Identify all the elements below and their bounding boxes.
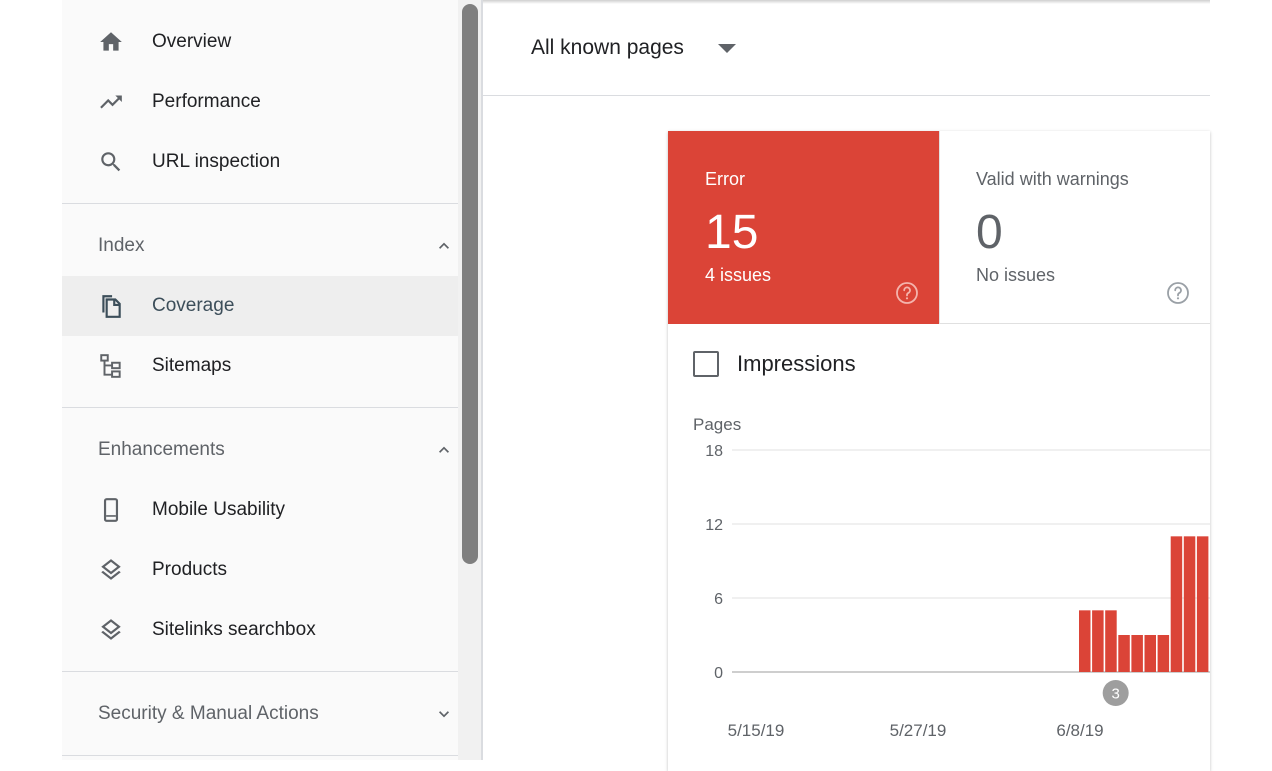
layers-icon bbox=[98, 617, 124, 643]
filter-divider bbox=[483, 95, 1210, 96]
coverage-icon bbox=[98, 293, 124, 319]
annotation-label: 3 bbox=[1112, 686, 1120, 703]
header-shadow bbox=[483, 0, 1210, 4]
section-header-security[interactable]: Security & Manual Actions bbox=[62, 684, 458, 744]
bar bbox=[1079, 610, 1091, 672]
sidebar-item-coverage[interactable]: Coverage bbox=[62, 276, 458, 336]
divider bbox=[62, 671, 458, 672]
error-tile-title: Error bbox=[705, 169, 745, 189]
warnings-issues: No issues bbox=[976, 265, 1056, 285]
impressions-toggle[interactable]: Impressions bbox=[693, 348, 856, 380]
bar bbox=[1183, 536, 1196, 672]
y-tick-label: 18 bbox=[705, 443, 723, 460]
y-axis-label: Pages bbox=[693, 415, 741, 434]
divider bbox=[62, 755, 458, 756]
warnings-tile[interactable]: Valid with warnings 0 No issues bbox=[939, 131, 1210, 324]
bar bbox=[1157, 635, 1170, 672]
error-tile[interactable]: Error 15 4 issues bbox=[668, 131, 939, 324]
trending-up-icon bbox=[98, 89, 124, 115]
pages-filter-label: All known pages bbox=[531, 36, 684, 59]
sidebar-item-label: Mobile Usability bbox=[152, 499, 286, 520]
x-tick-label: 5/15/19 bbox=[728, 721, 785, 740]
sidebar-item-label: Products bbox=[152, 559, 227, 580]
sidebar-item-label: Performance bbox=[152, 91, 261, 112]
bar bbox=[1105, 610, 1117, 672]
impressions-checkbox[interactable] bbox=[693, 351, 719, 377]
bar bbox=[1170, 536, 1183, 672]
sidebar-item-label: Sitelinks searchbox bbox=[152, 619, 316, 640]
help-icon[interactable] bbox=[895, 281, 919, 305]
section-label: Security & Manual Actions bbox=[98, 703, 319, 724]
sidebar-item-label: URL inspection bbox=[152, 151, 281, 172]
sidebar-item-mobile-usability[interactable]: Mobile Usability bbox=[62, 480, 458, 540]
y-tick-label: 12 bbox=[705, 517, 723, 534]
home-icon bbox=[98, 29, 124, 55]
pages-filter-dropdown[interactable]: All known pages bbox=[531, 28, 736, 68]
y-tick-label: 0 bbox=[714, 665, 723, 682]
y-tick-label: 6 bbox=[714, 591, 723, 608]
sidebar-item-performance[interactable]: Performance bbox=[62, 72, 458, 132]
sidebar: Overview Performance URL inspection Inde… bbox=[62, 0, 458, 760]
bar bbox=[1131, 635, 1143, 672]
sidebar-item-sitelinks-searchbox[interactable]: Sitelinks searchbox bbox=[62, 600, 458, 660]
sitemap-icon bbox=[98, 353, 124, 379]
search-icon bbox=[98, 149, 124, 175]
sidebar-item-label: Sitemaps bbox=[152, 355, 232, 376]
sidebar-item-label: Coverage bbox=[152, 295, 235, 316]
layers-icon bbox=[98, 557, 124, 583]
bar bbox=[1144, 635, 1156, 672]
error-count: 15 bbox=[705, 206, 759, 259]
impressions-label: Impressions bbox=[737, 351, 856, 376]
x-tick-label: 5/27/19 bbox=[890, 721, 947, 740]
coverage-chart: Pages 18 12 6 0 3 5/15/19 5/27/19 6/8/19 bbox=[693, 415, 1210, 740]
chevron-up-icon bbox=[434, 236, 454, 256]
smartphone-icon bbox=[98, 497, 124, 523]
section-header-enhancements[interactable]: Enhancements bbox=[62, 420, 458, 480]
chevron-up-icon bbox=[434, 440, 454, 460]
x-tick-label: 6/8/19 bbox=[1056, 721, 1103, 740]
sidebar-item-overview[interactable]: Overview bbox=[62, 12, 458, 72]
warnings-tile-title: Valid with warnings bbox=[976, 169, 1129, 189]
chevron-down-icon bbox=[434, 704, 454, 724]
warnings-count: 0 bbox=[976, 206, 1003, 259]
sidebar-scrollbar-thumb[interactable] bbox=[462, 4, 478, 564]
dropdown-arrow-icon bbox=[717, 43, 736, 53]
sidebar-item-label: Overview bbox=[152, 31, 232, 52]
sidebar-item-products[interactable]: Products bbox=[62, 540, 458, 600]
divider bbox=[62, 203, 458, 204]
sidebar-item-sitemaps[interactable]: Sitemaps bbox=[62, 336, 458, 396]
error-issues: 4 issues bbox=[705, 265, 772, 285]
bar bbox=[1092, 610, 1104, 672]
sidebar-item-url-inspection[interactable]: URL inspection bbox=[62, 132, 458, 192]
bar bbox=[1196, 536, 1209, 672]
bar bbox=[1118, 635, 1130, 672]
section-label: Enhancements bbox=[98, 439, 225, 460]
section-label: Index bbox=[98, 235, 145, 256]
section-header-index[interactable]: Index bbox=[62, 216, 458, 276]
divider bbox=[62, 407, 458, 408]
help-icon[interactable] bbox=[1166, 281, 1190, 305]
